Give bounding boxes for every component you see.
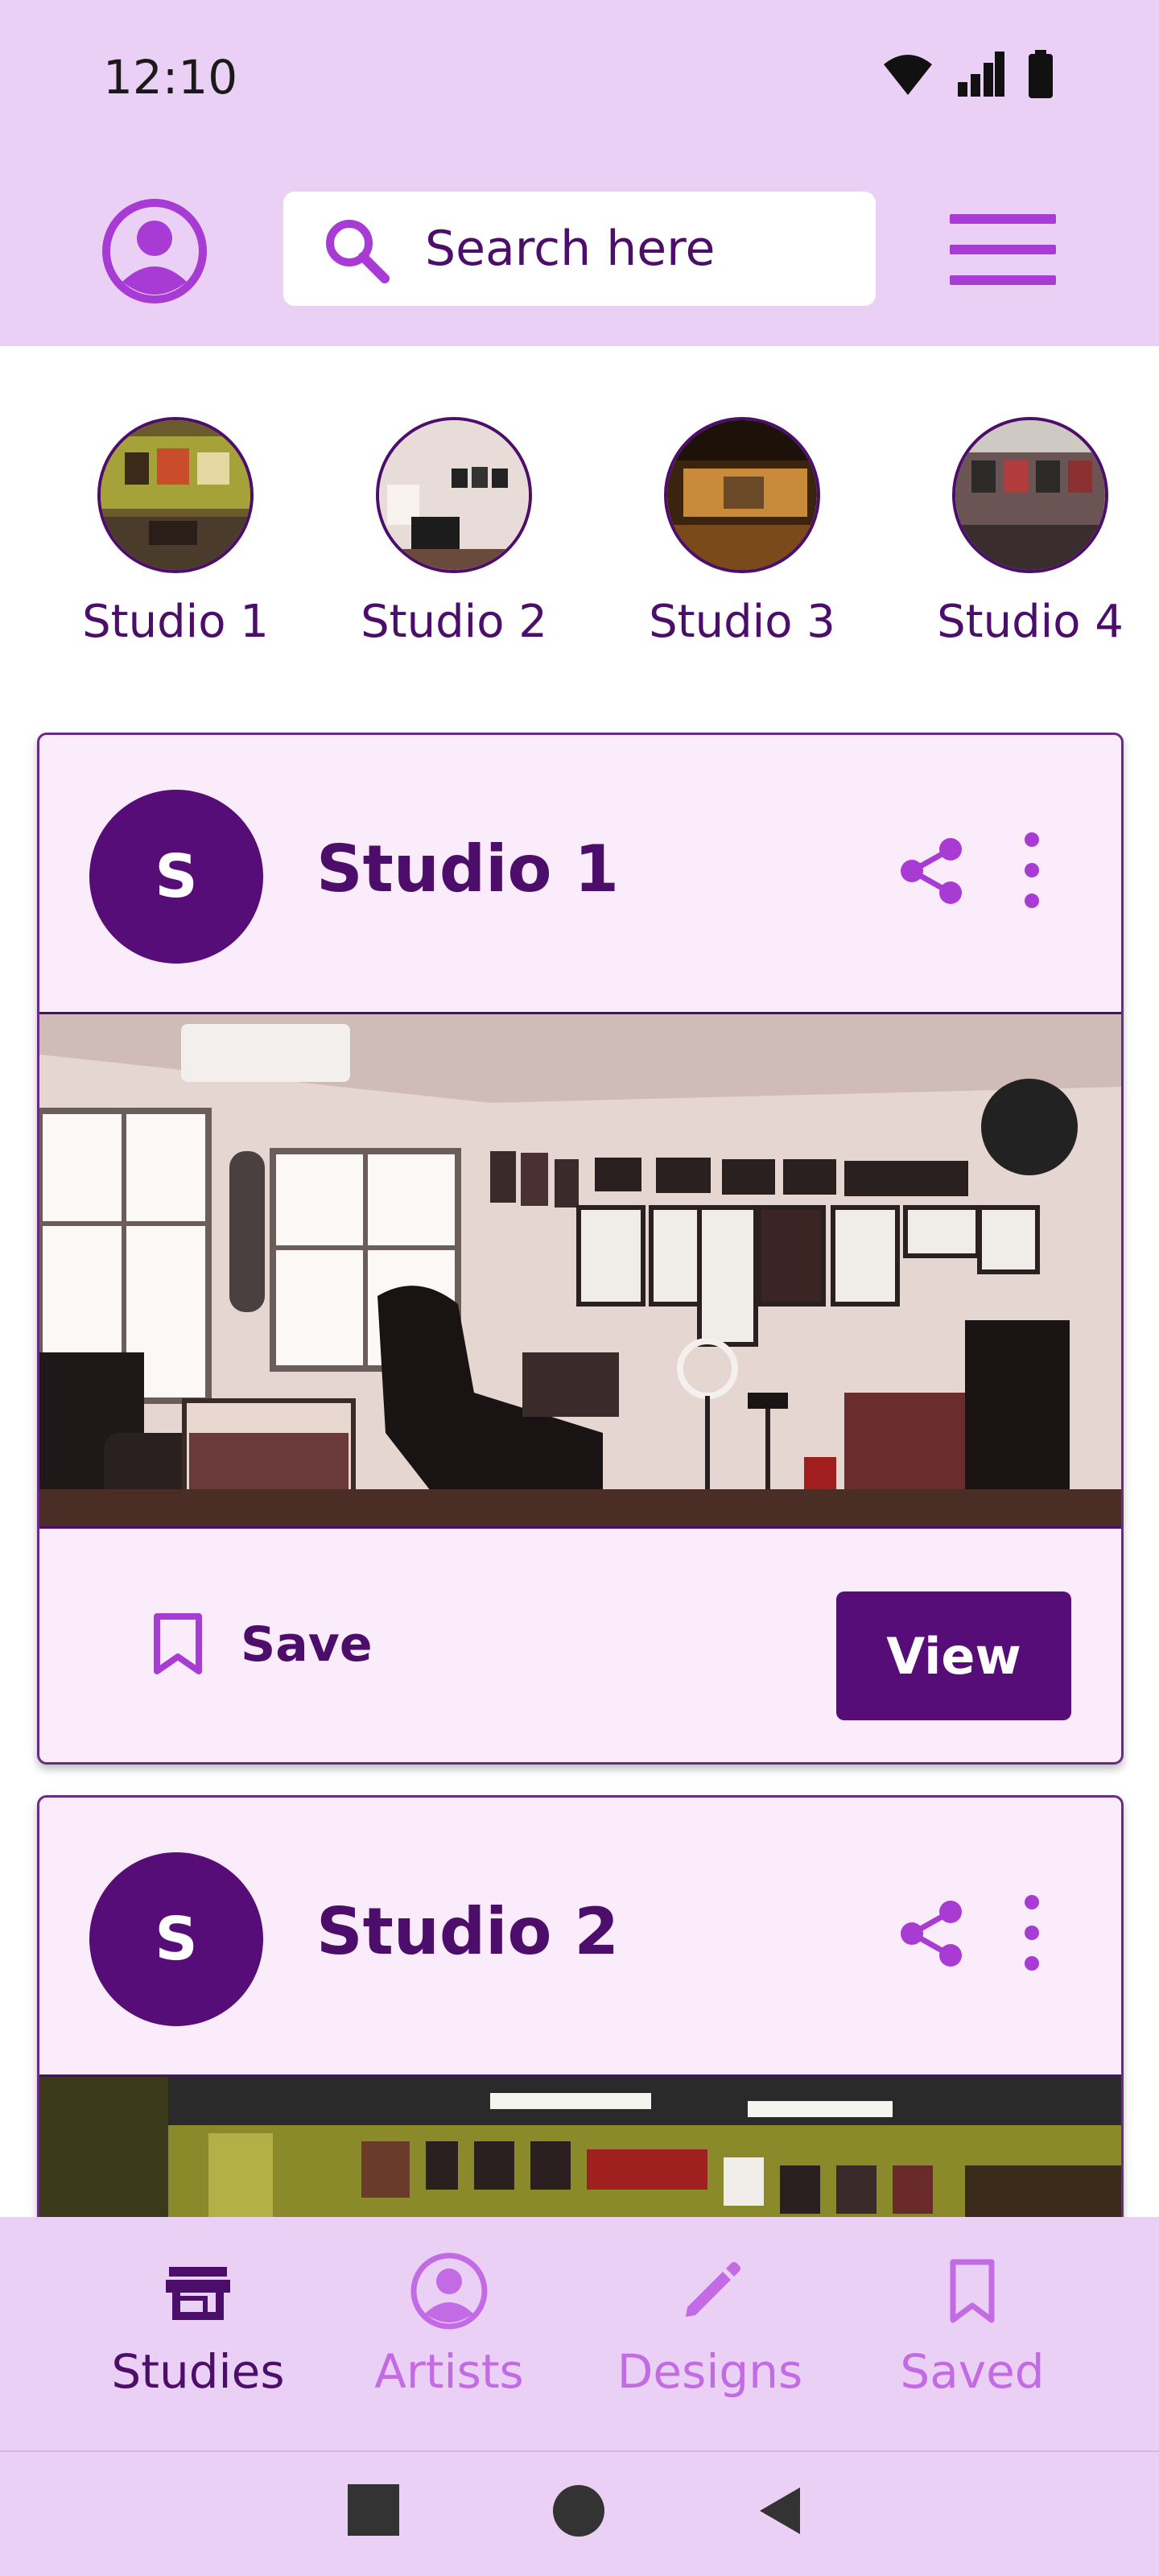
- status-time: 12:10: [103, 50, 238, 105]
- story-avatar: [97, 417, 254, 573]
- wifi-icon: [884, 55, 932, 95]
- view-button[interactable]: View: [836, 1591, 1071, 1720]
- studio-card: S Studio 1 Save View: [37, 733, 1124, 1765]
- studio-image[interactable]: [39, 1012, 1121, 1529]
- bookmark-icon: [154, 1613, 202, 1674]
- studio-stories-row[interactable]: Studio 1 Studio 2 Studio 3 Studio 4: [0, 346, 1159, 700]
- studio-photo: [379, 420, 529, 570]
- more-vert-icon: [1025, 832, 1039, 908]
- story-avatar: [952, 417, 1108, 573]
- storefront-icon: [166, 2267, 230, 2320]
- system-navigation-bar: [0, 2450, 1159, 2576]
- nav-label: Artists: [374, 2344, 524, 2399]
- save-label: Save: [241, 1616, 373, 1673]
- menu-line: [950, 245, 1056, 254]
- story-avatar: [664, 417, 820, 573]
- card-header: S Studio 1: [39, 735, 1121, 1012]
- story-label: Studio 1: [82, 596, 269, 648]
- story-studio-2[interactable]: Studio 2: [333, 417, 575, 648]
- nav-label: Studies: [111, 2344, 285, 2399]
- story-avatar: [376, 417, 532, 573]
- story-studio-4[interactable]: Studio 4: [909, 417, 1151, 648]
- story-label: Studio 4: [937, 596, 1124, 648]
- menu-line: [950, 275, 1056, 285]
- studio-photo: [101, 420, 250, 570]
- nav-item-designs[interactable]: Designs: [589, 2251, 831, 2399]
- story-studio-3[interactable]: Studio 3: [621, 417, 863, 648]
- card-avatar: S: [89, 790, 263, 964]
- search-icon: [326, 220, 390, 283]
- share-button[interactable]: [897, 836, 967, 906]
- status-bar: 12:10: [0, 0, 1159, 161]
- more-options-button[interactable]: [1020, 832, 1044, 909]
- hamburger-menu-button[interactable]: [950, 214, 1056, 287]
- nav-item-studies[interactable]: Studies: [77, 2251, 319, 2399]
- back-icon[interactable]: [760, 2487, 802, 2534]
- card-title: Studio 2: [316, 1894, 619, 1969]
- status-icons: [882, 50, 1054, 98]
- share-icon: [901, 838, 962, 904]
- nav-label: Designs: [617, 2344, 803, 2399]
- studio-photo: [667, 420, 817, 570]
- profile-button[interactable]: [101, 198, 208, 304]
- account-circle-icon: [410, 2252, 488, 2330]
- home-icon[interactable]: [552, 2484, 605, 2537]
- studio-interior-photo: [39, 1014, 1121, 1526]
- studio-card: S Studio 2: [37, 1795, 1124, 2246]
- card-actions: Save View: [39, 1529, 1121, 1762]
- signal-icon: [958, 52, 1004, 97]
- bottom-navigation: Studies Artists Designs Saved: [0, 2217, 1159, 2450]
- search-input[interactable]: [425, 192, 860, 306]
- share-icon: [901, 1901, 962, 1967]
- more-vert-icon: [1025, 1895, 1039, 1971]
- card-title: Studio 1: [316, 832, 619, 906]
- battery-icon: [1029, 50, 1053, 98]
- recents-icon[interactable]: [348, 2484, 399, 2536]
- bookmark-icon: [950, 2259, 995, 2323]
- nav-item-saved[interactable]: Saved: [852, 2251, 1093, 2399]
- story-studio-1[interactable]: Studio 1: [55, 417, 296, 648]
- story-label: Studio 2: [361, 596, 547, 648]
- search-box[interactable]: [283, 192, 876, 306]
- nav-item-artists[interactable]: Artists: [328, 2251, 570, 2399]
- pencil-icon: [686, 2262, 740, 2317]
- nav-label: Saved: [900, 2344, 1045, 2399]
- menu-line: [950, 214, 1056, 224]
- studio-photo: [955, 420, 1105, 570]
- share-button[interactable]: [897, 1899, 967, 1968]
- story-label: Studio 3: [649, 596, 835, 648]
- app-bar: [0, 153, 1159, 346]
- account-circle-icon: [102, 199, 207, 303]
- save-button[interactable]: Save: [152, 1596, 373, 1693]
- card-avatar: S: [89, 1852, 263, 2026]
- more-options-button[interactable]: [1020, 1894, 1044, 1971]
- card-header: S Studio 2: [39, 1798, 1121, 2074]
